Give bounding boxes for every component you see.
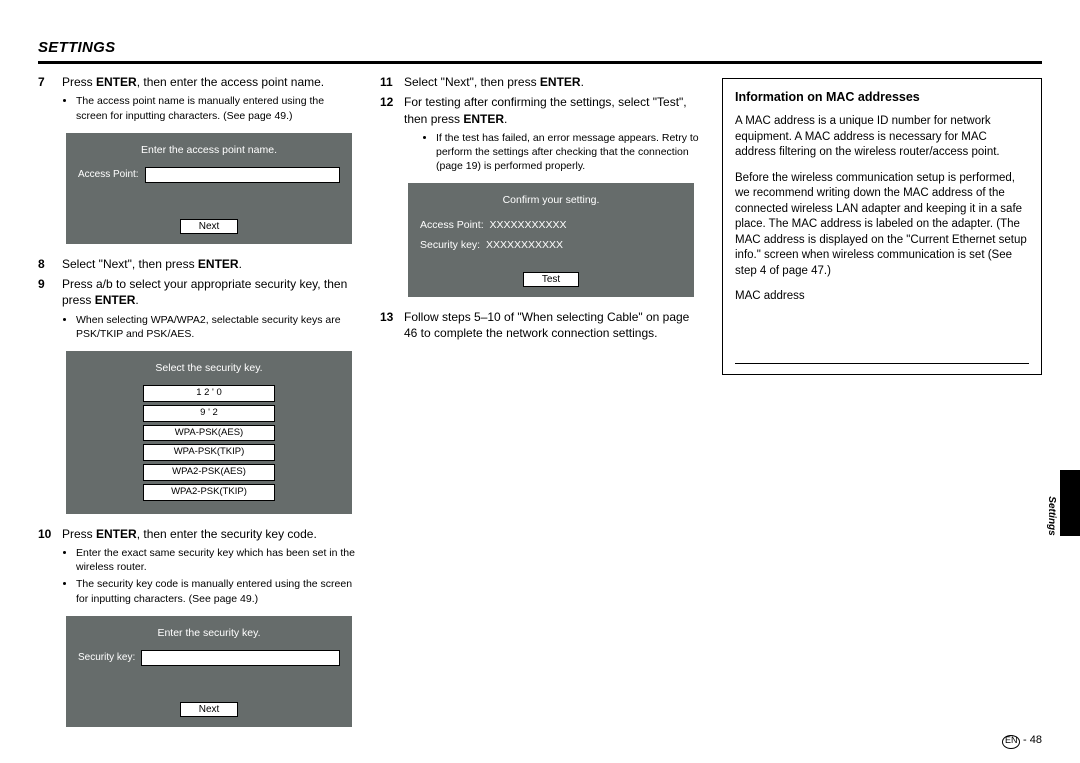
confirm-row: Access Point: XXXXXXXXXXX bbox=[420, 218, 682, 232]
step-text: Press a/b to select your appropriate sec… bbox=[62, 276, 358, 308]
column-middle: 11 Select "Next", then press ENTER. 12 F… bbox=[380, 74, 700, 739]
page-number: EN - 48 bbox=[1002, 733, 1042, 749]
page-title: SETTINGS bbox=[38, 38, 1042, 58]
confirm-rows: Access Point: XXXXXXXXXXX Security key: … bbox=[420, 218, 682, 252]
info-paragraph: A MAC address is a unique ID number for … bbox=[735, 114, 1029, 161]
step-number: 10 bbox=[38, 526, 62, 542]
screen-select-security-key: Select the security key. 1 2 ' 0 9 ' 2 W… bbox=[66, 351, 352, 514]
step-9-bullets: When selecting WPA/WPA2, selectable secu… bbox=[62, 313, 358, 341]
txt: , then enter the access point name. bbox=[137, 75, 324, 89]
bullet: Enter the exact same security key which … bbox=[76, 546, 358, 574]
btn-row: Next bbox=[78, 702, 340, 717]
thumb-tab bbox=[1060, 470, 1080, 536]
step-number: 12 bbox=[380, 94, 404, 126]
security-option[interactable]: 1 2 ' 0 bbox=[143, 385, 275, 402]
field-label: Security key: bbox=[78, 651, 135, 665]
screen-title: Enter the access point name. bbox=[78, 143, 340, 157]
security-key-input[interactable] bbox=[141, 650, 340, 666]
screen-title: Confirm your setting. bbox=[420, 193, 682, 207]
txt: Press bbox=[62, 75, 96, 89]
info-paragraph: Before the wireless communication setup … bbox=[735, 171, 1029, 280]
enter-key: ENTER bbox=[96, 75, 137, 89]
enter-key: ENTER bbox=[96, 527, 137, 541]
step-13: 13 Follow steps 5–10 of "When selecting … bbox=[380, 309, 700, 341]
security-key-row: Security key: bbox=[78, 650, 340, 666]
enter-key: ENTER bbox=[540, 75, 581, 89]
enter-key: ENTER bbox=[95, 293, 136, 307]
field-label: Access Point: bbox=[78, 168, 139, 182]
security-option[interactable]: 9 ' 2 bbox=[143, 405, 275, 422]
screen-title: Select the security key. bbox=[78, 361, 340, 375]
num: 48 bbox=[1030, 734, 1042, 746]
txt: For testing after confirming the setting… bbox=[404, 95, 687, 125]
info-title: Information on MAC addresses bbox=[735, 89, 1029, 106]
btn-row: Next bbox=[78, 219, 340, 234]
screen-enter-access-point: Enter the access point name. Access Poin… bbox=[66, 133, 352, 244]
txt: . bbox=[135, 293, 138, 307]
mac-info-box: Information on MAC addresses A MAC addre… bbox=[722, 78, 1042, 375]
enter-key: ENTER bbox=[463, 112, 504, 126]
txt: Select "Next", then press bbox=[404, 75, 540, 89]
txt: Press bbox=[62, 527, 96, 541]
screen-enter-security-key: Enter the security key. Security key: Ne… bbox=[66, 616, 352, 727]
step-text: For testing after confirming the setting… bbox=[404, 94, 700, 126]
sep: - bbox=[1020, 734, 1030, 746]
step-text: Select "Next", then press ENTER. bbox=[62, 256, 358, 272]
bullet: When selecting WPA/WPA2, selectable secu… bbox=[76, 313, 358, 341]
row-label: Access Point: bbox=[420, 219, 484, 231]
mac-address-label: MAC address bbox=[735, 289, 1029, 305]
step-8: 8 Select "Next", then press ENTER. bbox=[38, 256, 358, 272]
column-right: Information on MAC addresses A MAC addre… bbox=[722, 74, 1042, 739]
step-10-bullets: Enter the exact same security key which … bbox=[62, 546, 358, 606]
step-text: Select "Next", then press ENTER. bbox=[404, 74, 700, 90]
step-12-bullets: If the test has failed, an error message… bbox=[422, 131, 700, 174]
security-option[interactable]: WPA-PSK(TKIP) bbox=[143, 444, 275, 461]
security-options: 1 2 ' 0 9 ' 2 WPA-PSK(AES) WPA-PSK(TKIP)… bbox=[78, 385, 340, 501]
confirm-row: Security key: XXXXXXXXXXX bbox=[420, 238, 682, 252]
btn-row: Test bbox=[420, 272, 682, 287]
row-value: XXXXXXXXXXX bbox=[486, 239, 563, 251]
enter-key: ENTER bbox=[198, 257, 239, 271]
step-7-bullets: The access point name is manually entere… bbox=[62, 94, 358, 122]
access-point-input[interactable] bbox=[145, 167, 340, 183]
row-value: XXXXXXXXXXX bbox=[489, 219, 566, 231]
step-9: 9 Press a/b to select your appropriate s… bbox=[38, 276, 358, 308]
bullet: The access point name is manually entere… bbox=[76, 94, 358, 122]
next-button[interactable]: Next bbox=[180, 702, 239, 717]
txt: . bbox=[239, 257, 242, 271]
test-button[interactable]: Test bbox=[523, 272, 579, 287]
access-point-row: Access Point: bbox=[78, 167, 340, 183]
step-text: Press ENTER, then enter the access point… bbox=[62, 74, 358, 90]
content-columns: 7 Press ENTER, then enter the access poi… bbox=[38, 74, 1042, 739]
column-left: 7 Press ENTER, then enter the access poi… bbox=[38, 74, 358, 739]
step-number: 8 bbox=[38, 256, 62, 272]
step-number: 9 bbox=[38, 276, 62, 308]
txt: . bbox=[581, 75, 584, 89]
screen-confirm-setting: Confirm your setting. Access Point: XXXX… bbox=[408, 183, 694, 297]
step-number: 13 bbox=[380, 309, 404, 341]
step-text: Follow steps 5–10 of "When selecting Cab… bbox=[404, 309, 700, 341]
screen-title: Enter the security key. bbox=[78, 626, 340, 640]
security-option[interactable]: WPA2-PSK(TKIP) bbox=[143, 484, 275, 501]
step-7: 7 Press ENTER, then enter the access poi… bbox=[38, 74, 358, 90]
title-rule bbox=[38, 61, 1042, 64]
security-option[interactable]: WPA-PSK(AES) bbox=[143, 425, 275, 442]
step-11: 11 Select "Next", then press ENTER. bbox=[380, 74, 700, 90]
txt: . bbox=[504, 112, 507, 126]
step-number: 7 bbox=[38, 74, 62, 90]
security-option[interactable]: WPA2-PSK(AES) bbox=[143, 464, 275, 481]
step-text: Press ENTER, then enter the security key… bbox=[62, 526, 358, 542]
mac-address-line bbox=[735, 363, 1029, 364]
step-10: 10 Press ENTER, then enter the security … bbox=[38, 526, 358, 542]
step-number: 11 bbox=[380, 74, 404, 90]
txt: Select "Next", then press bbox=[62, 257, 198, 271]
step-12: 12 For testing after confirming the sett… bbox=[380, 94, 700, 126]
bullet: The security key code is manually entere… bbox=[76, 577, 358, 605]
lang-icon: EN bbox=[1002, 735, 1020, 749]
bullet: If the test has failed, an error message… bbox=[436, 131, 700, 174]
side-tab-label: Settings bbox=[1045, 496, 1059, 535]
txt: , then enter the security key code. bbox=[137, 527, 317, 541]
row-label: Security key: bbox=[420, 239, 480, 251]
next-button[interactable]: Next bbox=[180, 219, 239, 234]
